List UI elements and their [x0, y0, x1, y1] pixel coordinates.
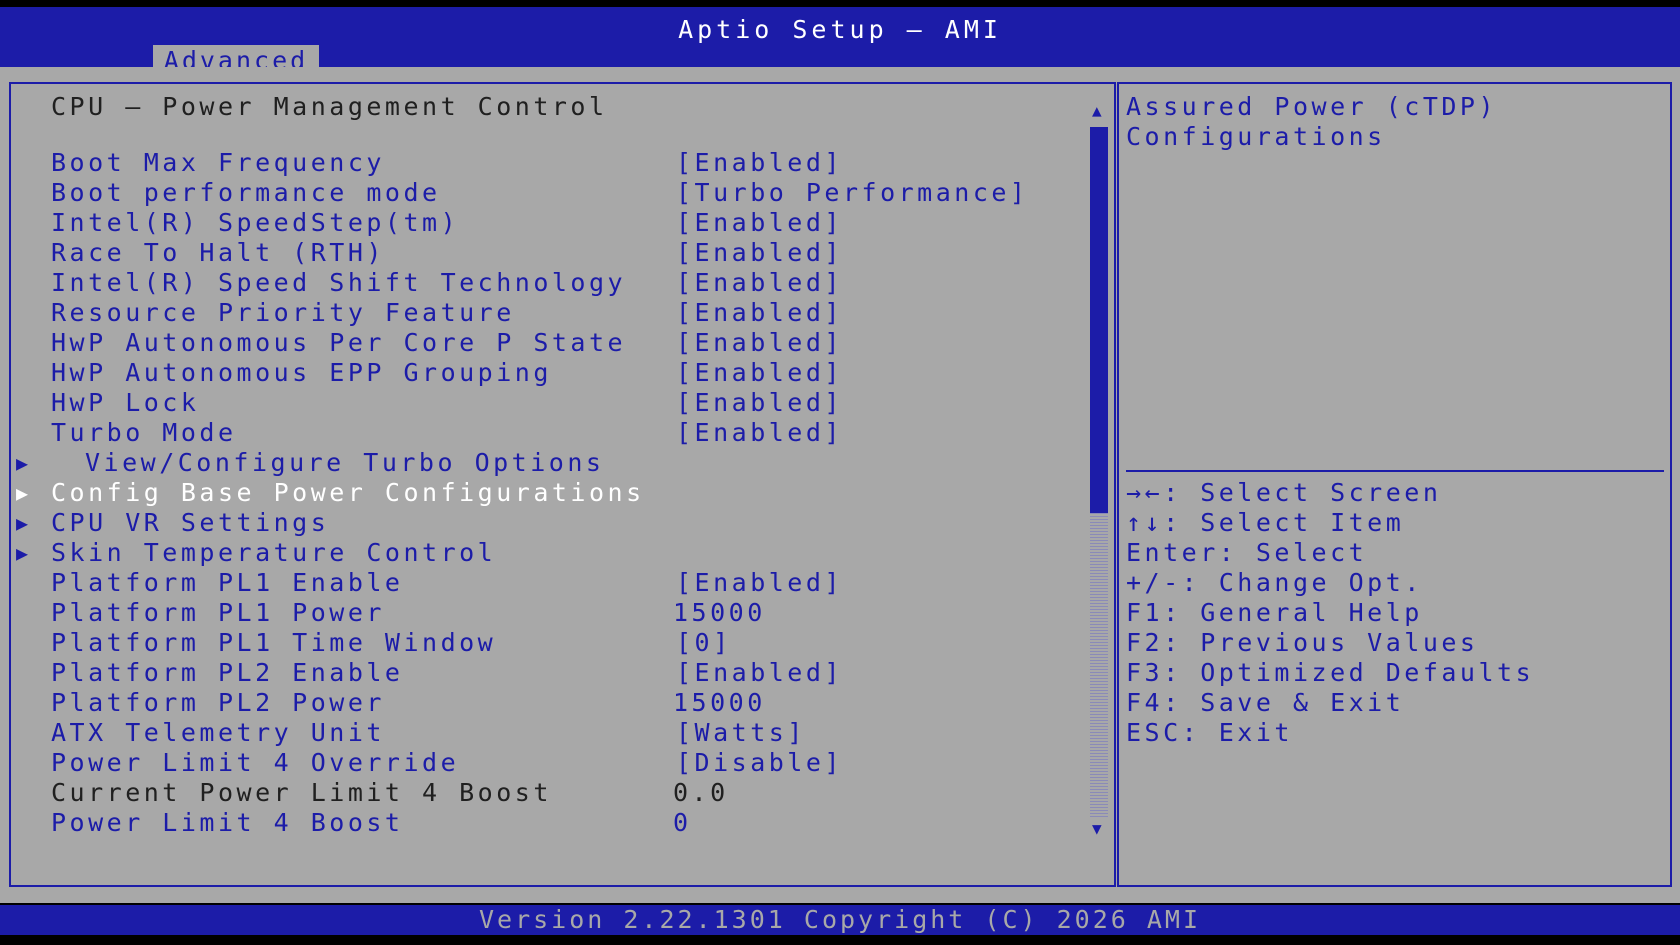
page-title: CPU – Power Management Control [51, 92, 608, 121]
setting-value[interactable]: [Enabled] [676, 298, 843, 328]
setting-label: Power Limit 4 Override [51, 748, 460, 777]
setting-label: Intel(R) SpeedStep(tm) [51, 208, 460, 237]
version-text: Version 2.22.1301 Copyright (C) 2026 AMI [478, 905, 1202, 934]
setting-value[interactable]: [Enabled] [676, 388, 843, 418]
help-divider [1126, 470, 1664, 472]
triangle-right-icon: ▶ [16, 511, 29, 535]
triangle-right-icon: ▶ [16, 451, 29, 475]
setting-label: ATX Telemetry Unit [51, 718, 385, 747]
setting-value[interactable]: 15000 [673, 688, 766, 718]
help-text-line-2: Configurations [1126, 122, 1386, 151]
setting-label: HwP Autonomous EPP Grouping [51, 358, 552, 387]
setting-value[interactable]: [Enabled] [676, 358, 843, 388]
setting-value[interactable]: [Enabled] [676, 238, 843, 268]
setting-value[interactable]: [Watts] [676, 718, 806, 748]
setting-value[interactable]: [Turbo Performance] [676, 178, 1028, 208]
submenu-label: Config Base Power Configurations [51, 478, 645, 507]
setting-value[interactable]: [Enabled] [676, 568, 843, 598]
setting-value[interactable]: 0 [673, 808, 692, 838]
key-hint: →←: Select Screen [1126, 478, 1442, 507]
setting-value[interactable]: [Enabled] [676, 148, 843, 178]
bios-screen: Aptio Setup – AMI Advanced CPU – Power M… [0, 0, 1680, 945]
setting-label: Current Power Limit 4 Boost [51, 778, 552, 807]
triangle-right-icon: ▶ [16, 541, 29, 565]
setting-label: Race To Halt (RTH) [51, 238, 385, 267]
setting-value[interactable]: [Disable] [676, 748, 843, 778]
setting-value[interactable]: [0] [676, 628, 732, 658]
help-text-line-1: Assured Power (cTDP) [1126, 92, 1498, 121]
setting-label: Platform PL1 Power [51, 598, 385, 627]
key-hint: ESC: Exit [1126, 718, 1293, 747]
setting-value[interactable]: [Enabled] [676, 268, 843, 298]
setting-value[interactable]: [Enabled] [676, 328, 843, 358]
setting-label: Turbo Mode [51, 418, 237, 447]
setting-value[interactable]: 15000 [673, 598, 766, 628]
setting-value[interactable]: [Enabled] [676, 658, 843, 688]
footer-bar: Version 2.22.1301 Copyright (C) 2026 AMI [0, 905, 1680, 935]
submenu-label: Skin Temperature Control [51, 538, 497, 567]
triangle-down-icon[interactable]: ▼ [1092, 820, 1102, 838]
setting-label: HwP Lock [51, 388, 200, 417]
setting-value: 0.0 [673, 778, 729, 807]
setting-label: Platform PL1 Enable [51, 568, 404, 597]
header-bar: Aptio Setup – AMI Advanced [0, 7, 1680, 77]
setting-label: Platform PL2 Power [51, 688, 385, 717]
key-hint: F1: General Help [1126, 598, 1423, 627]
key-hint: F2: Previous Values [1126, 628, 1479, 657]
submenu-label: CPU VR Settings [51, 508, 330, 537]
triangle-right-icon: ▶ [16, 481, 29, 505]
key-hint: +/-: Change Opt. [1126, 568, 1423, 597]
key-hint: Enter: Select [1126, 538, 1368, 567]
setting-label: Boot performance mode [51, 178, 441, 207]
setting-value[interactable]: [Enabled] [676, 418, 843, 448]
app-title: Aptio Setup – AMI [678, 15, 1002, 44]
key-hint: ↑↓: Select Item [1126, 508, 1405, 537]
setting-label: HwP Autonomous Per Core P State [51, 328, 627, 357]
key-hint: F4: Save & Exit [1126, 688, 1405, 717]
submenu-label: View/Configure Turbo Options [85, 448, 605, 477]
triangle-up-icon[interactable]: ▲ [1092, 102, 1102, 120]
scroll-thumb[interactable] [1090, 127, 1108, 513]
main-frame: CPU – Power Management Control Boot Max … [0, 67, 1680, 903]
key-hint: F3: Optimized Defaults [1126, 658, 1535, 687]
setting-label: Platform PL2 Enable [51, 658, 404, 687]
setting-label: Resource Priority Feature [51, 298, 515, 327]
setting-label: Power Limit 4 Boost [51, 808, 404, 837]
setting-label: Boot Max Frequency [51, 148, 385, 177]
setting-label: Intel(R) Speed Shift Technology [51, 268, 627, 297]
setting-value[interactable]: [Enabled] [676, 208, 843, 238]
setting-label: Platform PL1 Time Window [51, 628, 497, 657]
